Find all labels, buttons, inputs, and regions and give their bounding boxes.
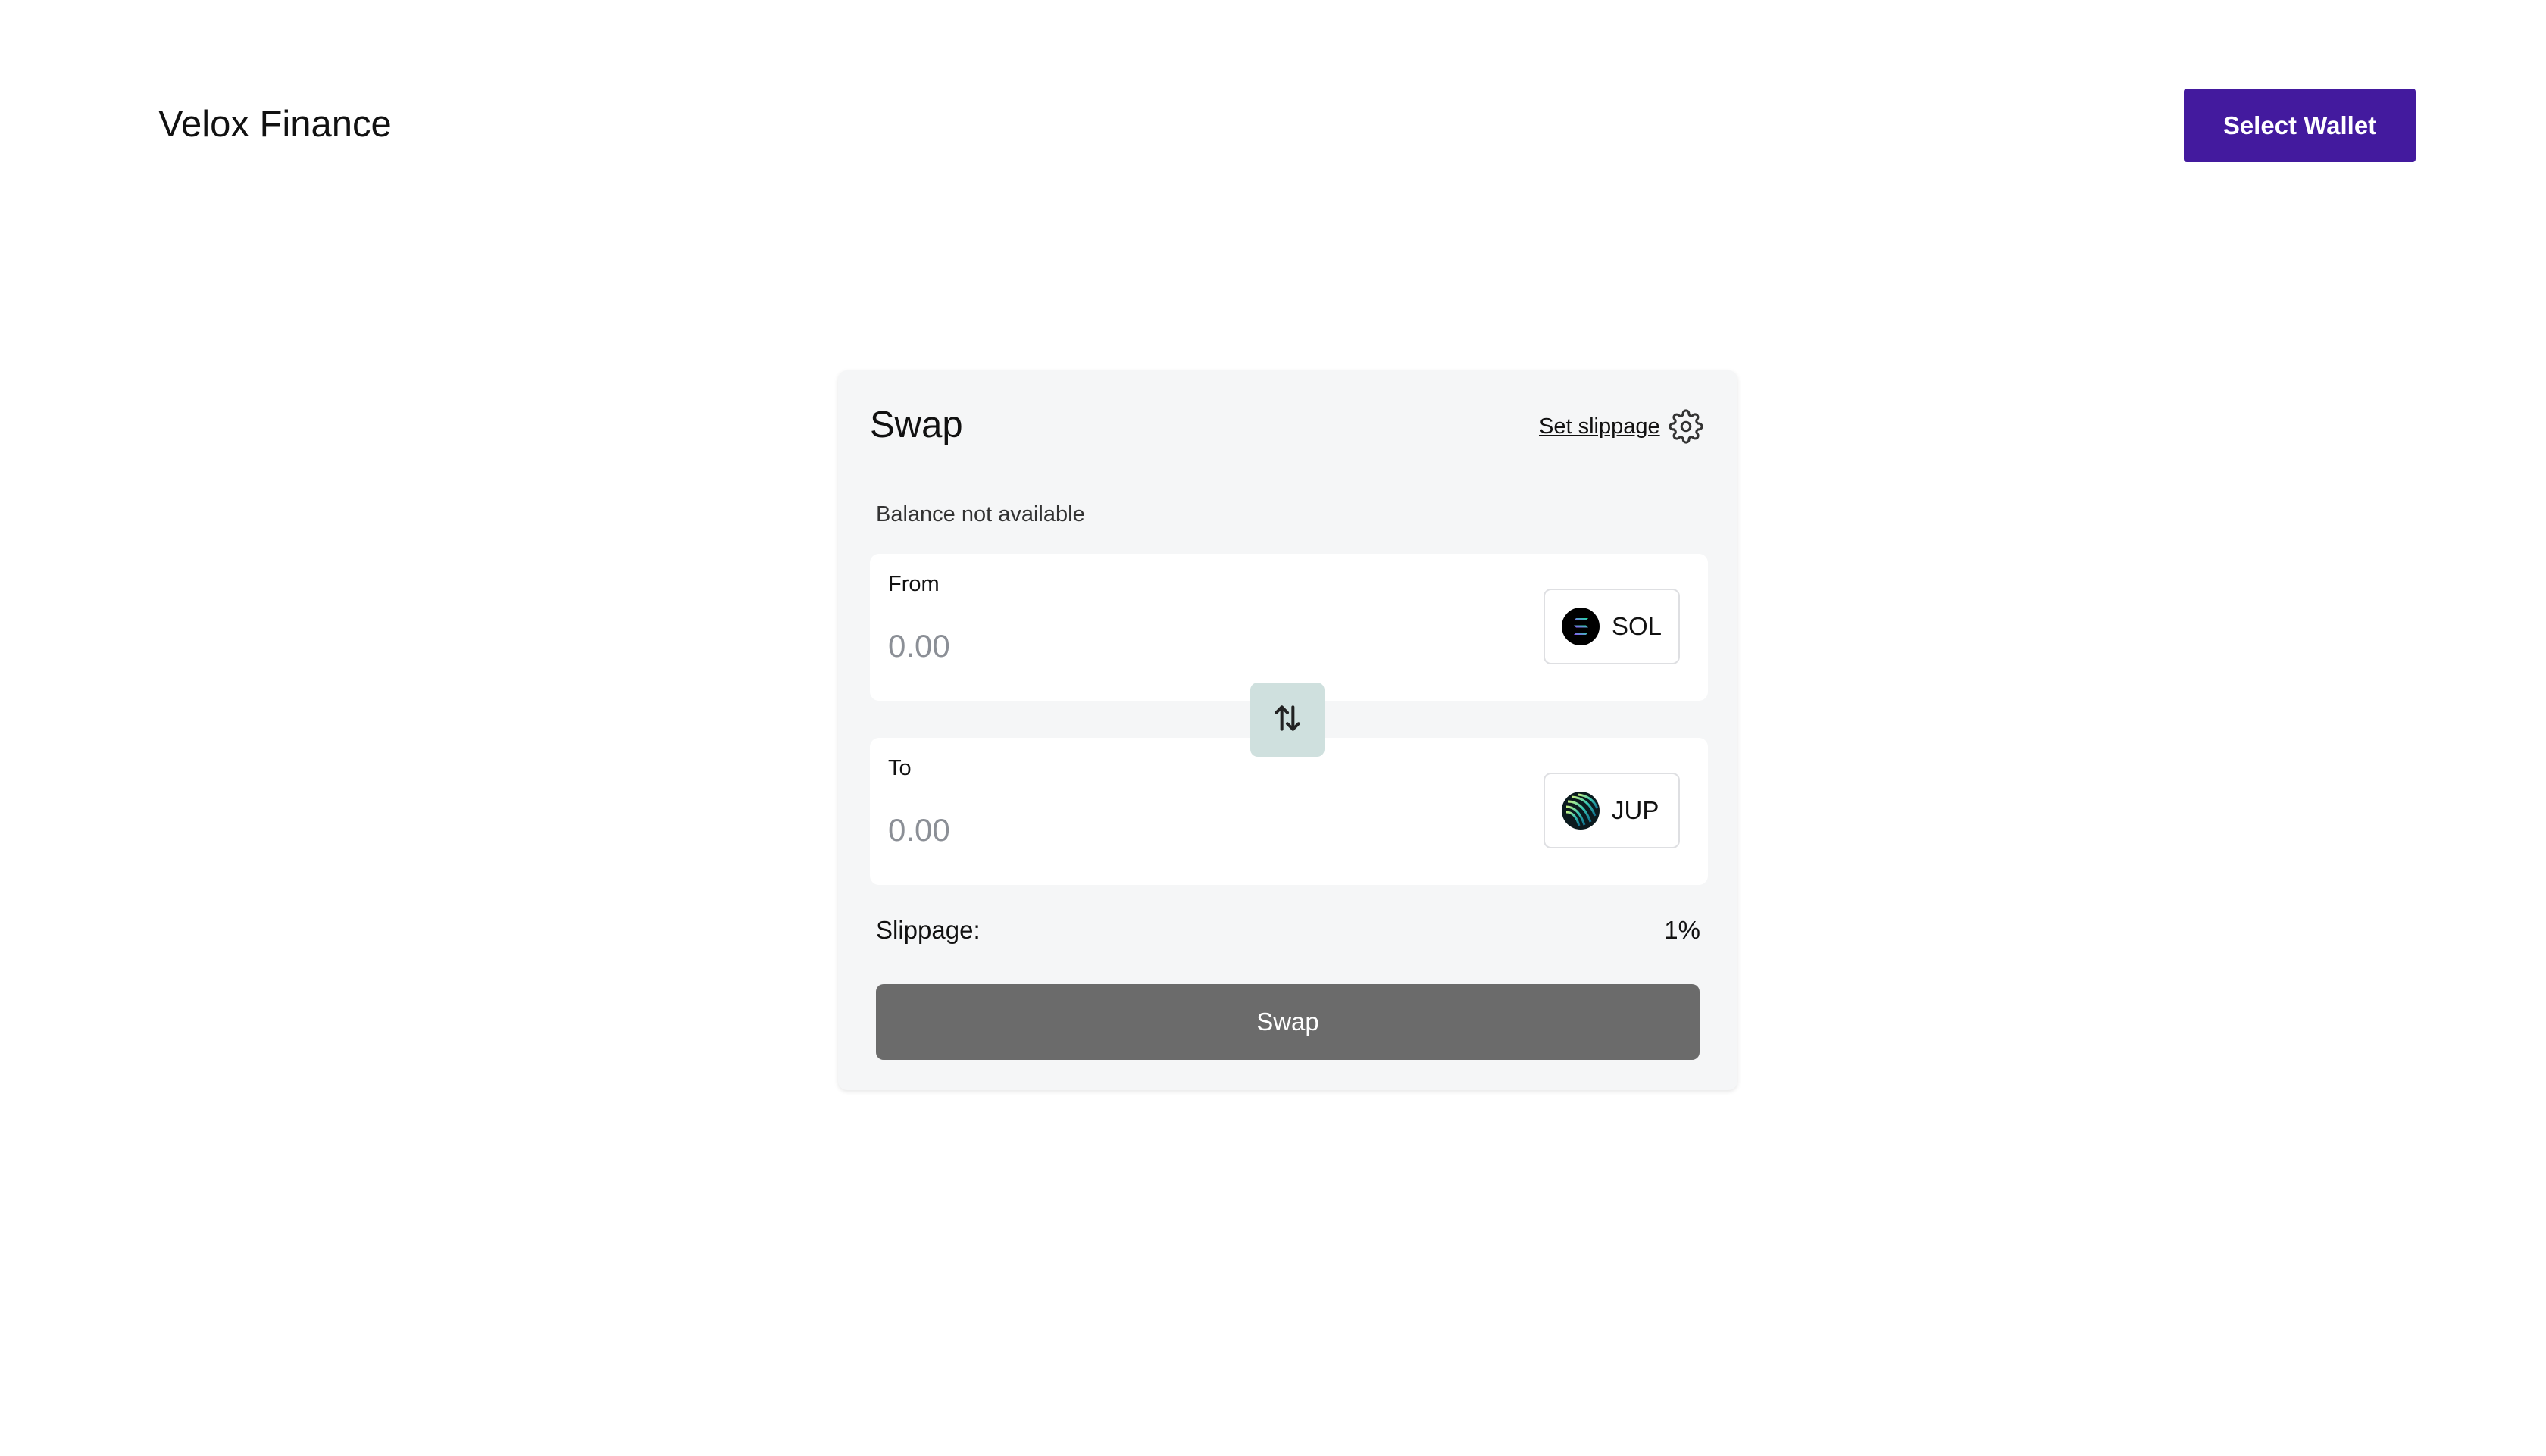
to-amount-input[interactable]	[888, 806, 1418, 855]
switch-tokens-button[interactable]	[1250, 683, 1325, 757]
page: Velox Finance Select Wallet Swap Set sli…	[0, 0, 2546, 1456]
to-panel: To 0.00 JUP	[870, 738, 1708, 885]
swap-card: Swap Set slippage Balance not available …	[838, 370, 1737, 1090]
brand-title: Velox Finance	[158, 104, 392, 145]
gear-icon[interactable]	[1669, 409, 1703, 444]
from-token-select[interactable]: SOL	[1544, 589, 1680, 664]
from-token-symbol: SOL	[1612, 612, 1662, 640]
to-label: To	[888, 756, 912, 780]
from-panel: From 0.00 SOL	[870, 554, 1708, 701]
card-title: Swap	[870, 405, 963, 445]
swap-button[interactable]: Swap	[876, 984, 1700, 1060]
from-amount-input[interactable]	[888, 622, 1418, 670]
select-wallet-button[interactable]: Select Wallet	[2184, 89, 2416, 162]
set-slippage-link[interactable]: Set slippage	[1539, 411, 1660, 442]
from-label: From	[888, 572, 940, 596]
slippage-value: 1%	[1664, 916, 1700, 944]
jupiter-icon	[1562, 792, 1600, 830]
to-token-select[interactable]: JUP	[1544, 773, 1680, 848]
slippage-label: Slippage:	[876, 916, 981, 944]
balance-text: Balance not available	[876, 502, 1085, 526]
swap-arrows-icon	[1271, 701, 1304, 739]
to-token-symbol: JUP	[1612, 796, 1659, 824]
solana-icon	[1562, 608, 1600, 645]
